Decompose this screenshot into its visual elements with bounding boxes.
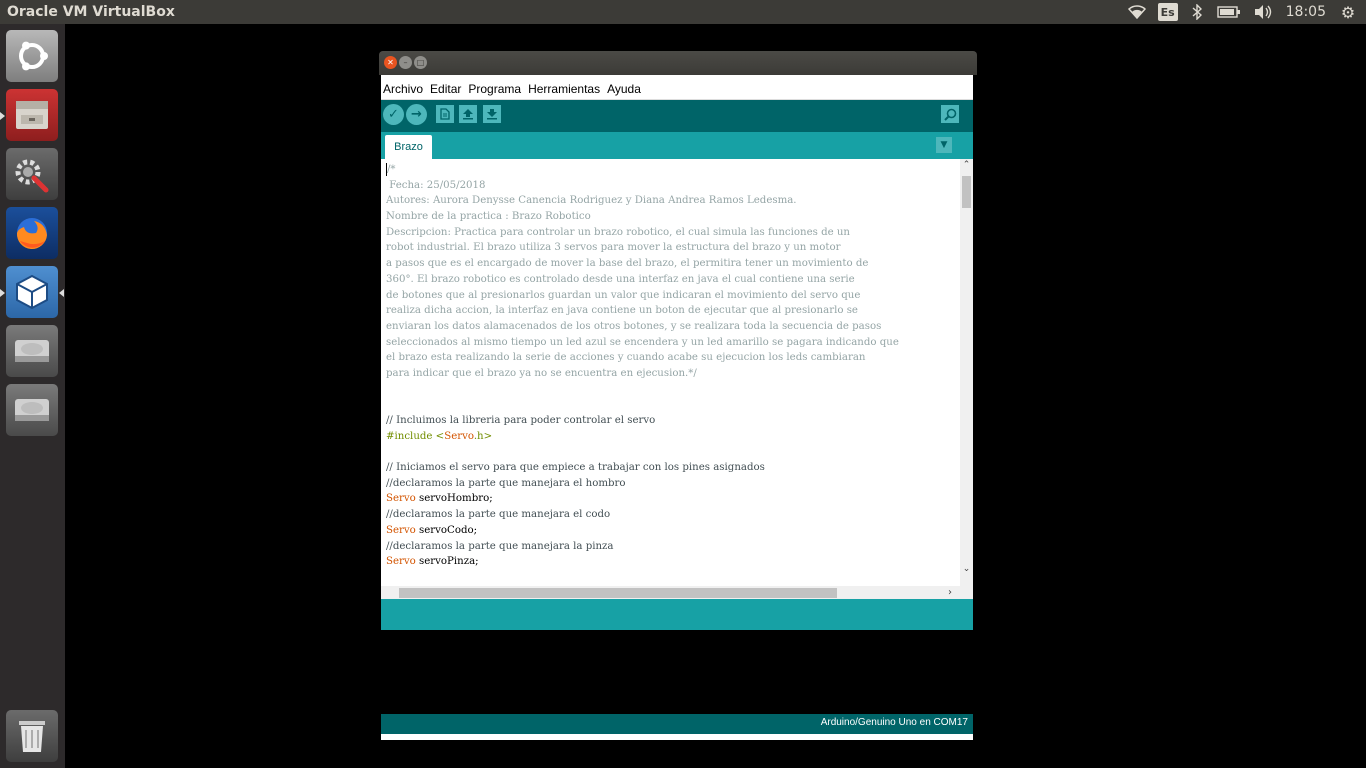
new-sketch-button[interactable] [436, 105, 454, 123]
maximize-icon[interactable]: □ [414, 56, 427, 69]
arduino-window: ✕ – □ Archivo Editar Programa Herramient… [379, 51, 977, 740]
code-line: el brazo esta realizando la serie de acc… [386, 352, 866, 364]
code-line: enviaran los datos alamacenados de los o… [386, 320, 882, 332]
horizontal-scroll-thumb[interactable] [399, 588, 837, 598]
code-line: realiza dicha accion, la interfaz en jav… [386, 305, 858, 317]
files-icon[interactable] [0, 89, 58, 141]
code-text[interactable]: /* Fecha: 25/05/2018 Autores: Aurora Deny… [386, 162, 960, 570]
code-line: #include <Servo.h> [386, 430, 493, 442]
code-line: Servo servoPinza; [386, 556, 479, 568]
tab-menu-chevron-down-icon[interactable]: ▼ [936, 137, 952, 153]
code-line: Servo servoHombro; [386, 493, 493, 505]
active-app-title: Oracle VM VirtualBox [7, 4, 175, 20]
vertical-scrollbar[interactable]: ⌃ ⌄ [960, 159, 973, 587]
status-area [381, 599, 973, 630]
menu-herramientas[interactable]: Herramientas [528, 82, 600, 96]
tab-bar: Brazo ▼ [381, 132, 973, 159]
system-settings-icon[interactable] [6, 148, 58, 200]
tab-brazo[interactable]: Brazo [385, 135, 432, 159]
code-line: Servo servoCodo; [386, 524, 478, 536]
code-line: //declaramos la parte que manejara la pi… [386, 540, 614, 552]
code-line: Autores: Aurora Denysse Canencia Rodrigu… [386, 195, 797, 207]
code-line: seleccionados al mismo tiempo un led azu… [386, 336, 899, 348]
battery-icon[interactable] [1216, 0, 1242, 24]
volume-icon[interactable] [1252, 0, 1274, 24]
code-line: a pasos que es el encargado de mover la … [386, 258, 869, 270]
board-port-label: Arduino/Genuino Uno en COM17 [820, 717, 968, 728]
trash-icon[interactable] [6, 710, 58, 762]
ubuntu-dash-icon[interactable] [6, 30, 58, 82]
drive-icon[interactable] [6, 325, 58, 377]
horizontal-scrollbar[interactable]: › [381, 586, 973, 599]
keyboard-layout-indicator[interactable]: Es [1157, 3, 1178, 21]
console-output[interactable] [381, 630, 973, 714]
virtualbox-icon[interactable] [0, 266, 64, 318]
code-line: de botones que al presionarlos guardan u… [386, 289, 861, 301]
close-icon[interactable]: ✕ [384, 56, 397, 69]
code-line: // Iniciamos el servo para que empiece a… [386, 462, 765, 474]
top-panel: Oracle VM VirtualBox Es 18:05 ⚙ [0, 0, 1366, 24]
arduino-ide: Archivo Editar Programa Herramientas Ayu… [381, 75, 973, 740]
code-line: para indicar que el brazo ya no se encue… [386, 367, 697, 379]
code-line: //declaramos la parte que manejara el ho… [386, 477, 626, 489]
menu-programa[interactable]: Programa [468, 82, 521, 96]
save-sketch-button[interactable] [483, 105, 501, 123]
code-line: Descripcion: Practica para controlar un … [386, 226, 850, 238]
clock[interactable]: 18:05 [1286, 0, 1326, 24]
menu-editar[interactable]: Editar [430, 82, 461, 96]
scroll-down-arrow-icon[interactable]: ⌄ [960, 563, 973, 575]
verify-button[interactable]: ✓ [383, 104, 404, 125]
firefox-icon[interactable] [6, 207, 58, 259]
launcher [0, 24, 65, 768]
drive-icon[interactable] [6, 384, 58, 436]
scroll-right-arrow-icon[interactable]: › [944, 586, 956, 599]
serial-monitor-button[interactable] [941, 105, 959, 123]
menu-ayuda[interactable]: Ayuda [607, 82, 641, 96]
window-titlebar[interactable]: ✕ – □ [379, 51, 977, 75]
vertical-scroll-thumb[interactable] [962, 176, 971, 208]
scroll-up-arrow-icon[interactable]: ⌃ [960, 159, 973, 171]
wifi-icon[interactable] [1126, 0, 1148, 24]
code-line: /* [386, 162, 396, 176]
code-line: Fecha: 25/05/2018 [386, 179, 486, 191]
code-line: // Incluimos la libreria para poder cont… [386, 415, 656, 426]
board-status-bar: Arduino/Genuino Uno en COM17 [381, 714, 973, 734]
minimize-icon[interactable]: – [399, 56, 412, 69]
code-line: 360°. El brazo robotico es controlado de… [386, 273, 855, 285]
menu-bar: Archivo Editar Programa Herramientas Ayu… [381, 75, 973, 100]
upload-button[interactable]: → [406, 104, 427, 125]
bluetooth-icon[interactable] [1190, 0, 1204, 24]
code-line: robot industrial. El brazo utiliza 3 ser… [386, 242, 841, 254]
menu-archivo[interactable]: Archivo [383, 82, 423, 96]
code-line: //declaramos la parte que manejara el co… [386, 509, 611, 521]
code-line: Nombre de la practica : Brazo Robotico [386, 211, 591, 223]
open-sketch-button[interactable] [459, 105, 477, 123]
system-menu-gear-icon[interactable]: ⚙ [1338, 0, 1358, 24]
toolbar: ✓ → [381, 100, 973, 132]
code-editor[interactable]: /* Fecha: 25/05/2018 Autores: Aurora Deny… [381, 159, 973, 599]
indicator-area: Es 18:05 ⚙ [1126, 0, 1358, 24]
footer-divider [381, 734, 973, 738]
